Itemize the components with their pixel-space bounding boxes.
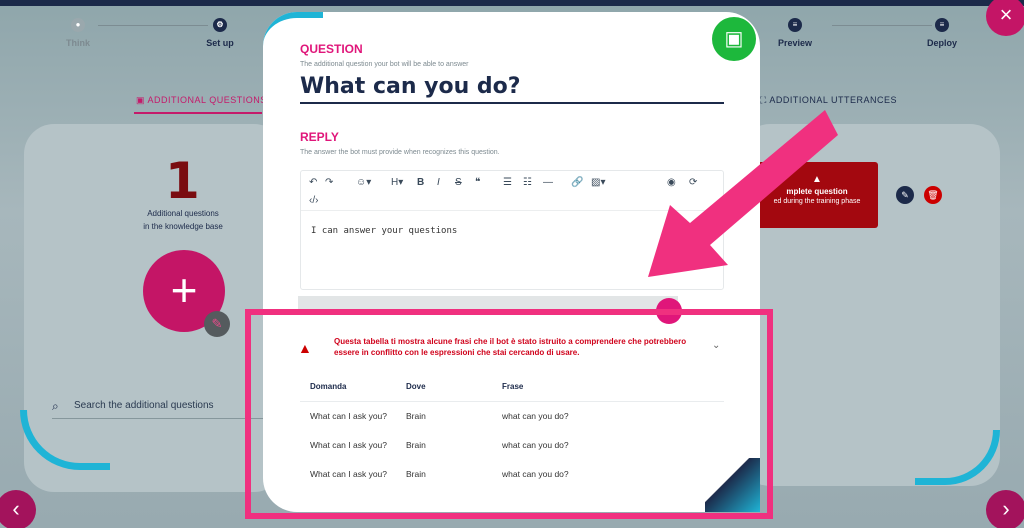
close-button[interactable]: × [986, 0, 1024, 36]
list-icon: ≡ [935, 18, 949, 32]
cell-domanda: What can I ask you? [310, 411, 388, 421]
step-label: Preview [777, 38, 813, 48]
step-label: Deploy [926, 38, 957, 48]
step-label: Think [66, 38, 90, 48]
redo-icon[interactable]: ↷ [325, 177, 333, 188]
chevron-down-icon[interactable]: ⌄ [712, 340, 720, 351]
col-header-dove: Dove [406, 382, 426, 391]
delete-button[interactable]: 🗑 [924, 186, 942, 204]
bullet-list-icon[interactable]: ☰ [503, 177, 512, 188]
italic-icon[interactable]: I [437, 177, 440, 188]
prev-button[interactable]: ‹ [0, 490, 36, 528]
cell-frase: what can you do? [502, 469, 569, 479]
tab-label: ADDITIONAL QUESTIONS [147, 95, 267, 105]
count-label: Additional questions in the knowledge ba… [118, 207, 248, 233]
step-preview[interactable]: ≡ Preview [755, 18, 835, 48]
bold-icon[interactable]: B [417, 177, 424, 188]
step-setup[interactable]: ⚙ Set up [180, 18, 260, 48]
reply-text: I can answer your questions [311, 226, 458, 236]
gear-icon: ⚙ [213, 18, 227, 32]
numbered-list-icon[interactable]: ☷ [523, 177, 532, 188]
emoji-icon[interactable]: ☺▾ [356, 177, 371, 188]
cell-domanda: What can I ask you? [310, 469, 388, 479]
code-icon[interactable]: ‹/› [309, 195, 318, 206]
reply-label: REPLY [300, 130, 339, 144]
col-header-frase: Frase [502, 382, 524, 391]
list-icon: ≡ [788, 18, 802, 32]
pencil-icon[interactable]: ✎ [204, 311, 230, 337]
annotation-arrow [648, 110, 838, 277]
strikethrough-icon[interactable]: S [455, 177, 462, 188]
question-hint: The additional question your bot will be… [300, 61, 469, 68]
question-count: 1 [165, 152, 200, 210]
count-label-line: Additional questions [147, 209, 219, 218]
step-deploy[interactable]: ≡ Deploy [902, 18, 982, 48]
conflict-warning: ▲ Questa tabella ti mostra alcune frasi … [298, 336, 724, 364]
cell-domanda: What can I ask you? [310, 440, 388, 450]
quote-icon[interactable]: ❝ [475, 177, 480, 188]
table-row: What can I ask you? Brain what can you d… [300, 431, 724, 461]
link-icon[interactable]: 🔗 [571, 177, 583, 188]
cell-dove: Brain [406, 469, 426, 479]
cell-frase: what can you do? [502, 411, 569, 421]
tab-additional-questions[interactable]: ▣ ADDITIONAL QUESTIONS [136, 95, 267, 106]
save-button[interactable]: ▣ [712, 17, 756, 61]
count-label-line: in the knowledge base [143, 222, 223, 231]
question-label: QUESTION [300, 42, 363, 56]
step-label: Set up [206, 38, 234, 48]
table-row: What can I ask you? Brain what can you d… [300, 401, 724, 431]
cell-dove: Brain [406, 411, 426, 421]
heading-icon[interactable]: H▾ [391, 177, 403, 188]
table-row: What can I ask you? Brain what can you d… [300, 460, 724, 490]
image-icon[interactable]: ▨▾ [591, 177, 605, 188]
reply-hint: The answer the bot must provide when rec… [300, 149, 500, 156]
tab-underline [134, 112, 262, 114]
warning-text: Questa tabella ti mostra alcune frasi ch… [334, 337, 687, 357]
cell-dove: Brain [406, 440, 426, 450]
arrow-shape [648, 110, 838, 277]
horizontal-rule-icon[interactable]: — [543, 177, 553, 188]
obscured-row [298, 296, 678, 310]
book-icon: ▣ [136, 95, 148, 105]
warning-icon: ▲ [298, 340, 312, 356]
undo-icon[interactable]: ↶ [309, 177, 317, 188]
step-think[interactable]: ● Think [38, 18, 118, 48]
floppy-icon: ▣ [724, 28, 744, 50]
col-header-domanda: Domanda [310, 382, 347, 391]
lightbulb-icon: ● [71, 18, 85, 32]
top-bar [0, 0, 1024, 6]
edit-button[interactable]: ✎ [896, 186, 914, 204]
cell-frase: what can you do? [502, 440, 569, 450]
decorative-corner [705, 458, 760, 512]
next-button[interactable]: › [986, 490, 1024, 528]
